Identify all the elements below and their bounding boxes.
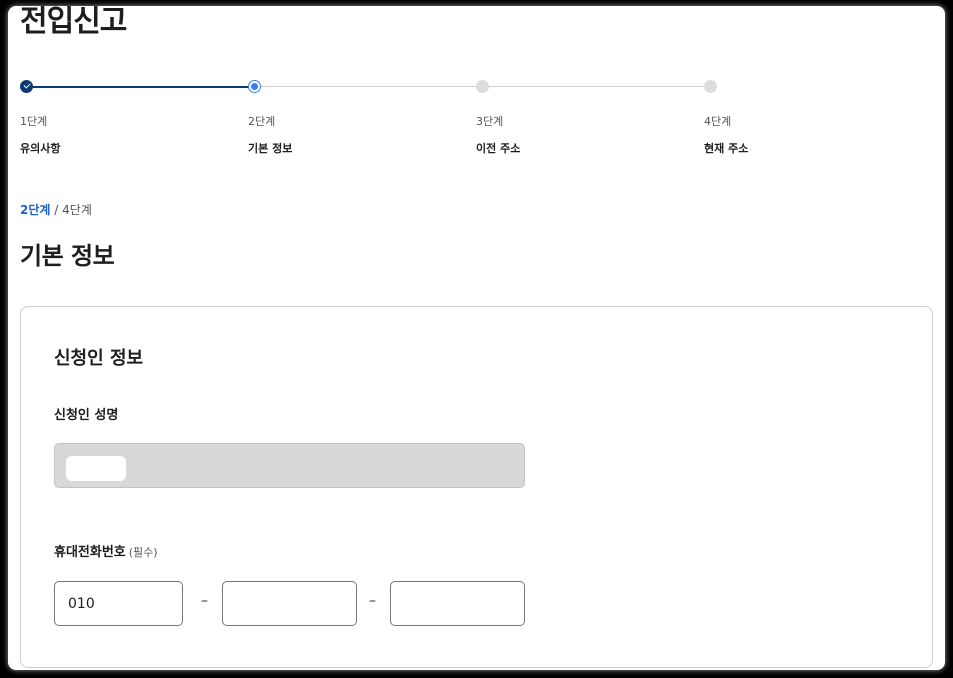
phone-last-input[interactable]	[390, 581, 525, 626]
name-label: 신청인 성명	[54, 408, 119, 423]
step-separator: /	[54, 203, 59, 217]
current-step: 2단계	[20, 203, 51, 217]
section-title: 기본 정보	[20, 242, 115, 270]
step-number: 2단계	[248, 115, 276, 128]
page-title: 전입신고	[20, 6, 127, 39]
applicant-card: 신청인 정보 신청인 성명 휴대전화번호(필수) – –	[20, 306, 933, 668]
pending-step-icon	[476, 80, 489, 93]
step-name: 기본 정보	[248, 142, 293, 155]
phone-dash: –	[369, 593, 376, 609]
phone-dash: –	[201, 593, 208, 609]
step-number: 3단계	[476, 115, 504, 128]
step-name: 유의사항	[20, 142, 61, 155]
step-name: 이전 주소	[476, 142, 521, 155]
applicant-name-field	[54, 443, 525, 488]
required-mark: (필수)	[128, 546, 158, 559]
card-title: 신청인 정보	[54, 348, 144, 369]
total-steps: 4단계	[62, 203, 92, 217]
masked-name	[66, 456, 126, 481]
phone-label-text: 휴대전화번호	[54, 545, 126, 560]
phone-middle-input[interactable]	[222, 581, 357, 626]
phone-prefix-input[interactable]	[54, 581, 183, 626]
browser-frame: 전입신고 1단계 유의사항 2단계 기본 정보 3단계 이전 주소 4단계 현재…	[8, 6, 945, 670]
check-icon	[20, 80, 33, 93]
step-progress: 2단계 / 4단계	[20, 201, 92, 218]
phone-label: 휴대전화번호 (필수)	[54, 541, 158, 560]
step-number: 4단계	[704, 115, 732, 128]
step-name: 현재 주소	[704, 142, 749, 155]
pending-step-icon	[704, 80, 717, 93]
stepper-track-done	[26, 85, 254, 88]
step-number: 1단계	[20, 115, 48, 128]
progress-stepper: 1단계 유의사항 2단계 기본 정보 3단계 이전 주소 4단계 현재 주소	[20, 80, 920, 160]
current-step-icon	[248, 80, 261, 93]
